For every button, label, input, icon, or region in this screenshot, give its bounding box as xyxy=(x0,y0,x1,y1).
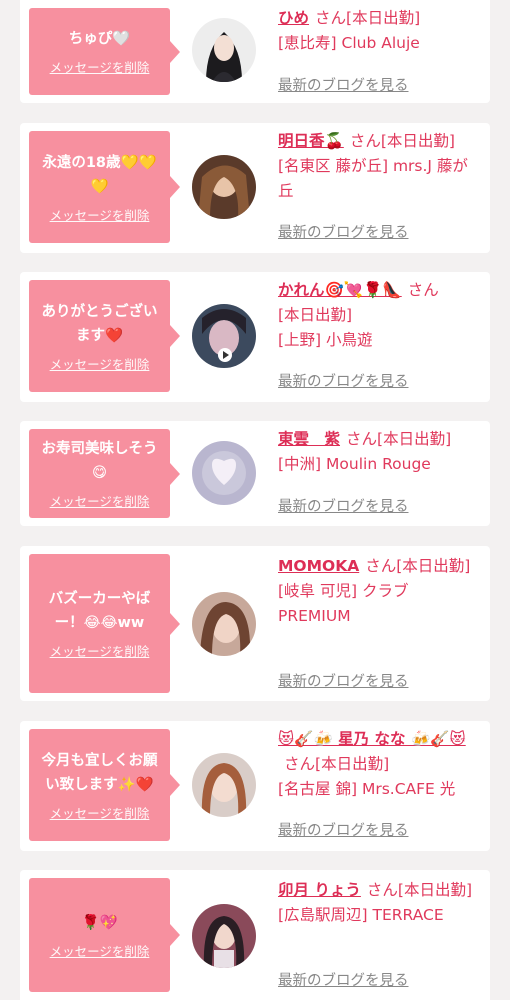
message-card: 今月も宜しくお願い致します✨❤️ メッセージを削除 😻🎸🍻 星乃 なな 🍻🎸😻 さ… xyxy=(20,721,490,851)
shop-name: [岐阜 可児] クラブPREMIUM xyxy=(278,582,409,625)
attendance-status: [本日出勤] xyxy=(278,306,353,324)
avatar[interactable] xyxy=(192,304,256,368)
latest-blog-link[interactable]: 最新のブログを見る xyxy=(278,495,409,516)
message-bubble: 🌹💖 メッセージを削除 xyxy=(29,878,180,992)
cast-info: 😻🎸🍻 星乃 なな 🍻🎸😻 さん[本日出勤] [名古屋 錦] Mrs.CAFE 光 xyxy=(278,727,480,802)
message-feed: ちゅぴ🤍 メッセージを削除 ひめ さん[本日出勤] [恵比寿] Club Aluj… xyxy=(0,0,510,1000)
message-text: ありがとうございます❤️ xyxy=(41,303,158,344)
cast-info: かれん🎯💘🌹👠 さん [本日出勤] [上野] 小鳥遊 xyxy=(278,278,480,353)
delete-message-button[interactable]: メッセージを削除 xyxy=(50,803,150,822)
avatar[interactable] xyxy=(192,441,256,505)
play-icon[interactable] xyxy=(218,348,232,362)
message-bubble: ありがとうございます❤️ メッセージを削除 xyxy=(29,280,180,392)
delete-message-button[interactable]: メッセージを削除 xyxy=(50,941,150,960)
delete-message-button[interactable]: メッセージを削除 xyxy=(50,354,150,373)
avatar[interactable] xyxy=(192,18,256,82)
honorific: さん xyxy=(407,281,439,299)
honorific: さん xyxy=(365,557,397,575)
message-bubble: お寿司美味しそう😋 メッセージを削除 xyxy=(29,429,180,518)
cast-name-link[interactable]: 卯月 りょう xyxy=(278,881,361,899)
shop-name: [中洲] Moulin Rouge xyxy=(278,455,431,473)
avatar[interactable] xyxy=(192,904,256,968)
profile-photo-icon xyxy=(192,441,256,505)
profile-photo-icon xyxy=(192,18,256,82)
cast-info: 卯月 りょう さん[本日出勤] [広島駅周辺] TERRACE xyxy=(278,878,480,928)
profile-photo-icon xyxy=(192,904,256,968)
message-bubble: ちゅぴ🤍 メッセージを削除 xyxy=(29,8,180,95)
attendance-status: [本日出勤] xyxy=(377,430,452,448)
cast-name-link[interactable]: 東雲 紫 xyxy=(278,430,340,448)
message-text: 🌹💖 xyxy=(81,914,118,931)
shop-name: [恵比寿] Club Aluje xyxy=(278,34,420,52)
message-card: バズーカーやばー！😂😂ww メッセージを削除 MOMOKA さん[本日出勤] [岐… xyxy=(20,546,490,701)
attendance-status: [本日出勤] xyxy=(380,132,455,150)
shop-name: [名東区 藤が丘] mrs.J 藤が丘 xyxy=(278,157,468,200)
message-text: お寿司美味しそう😋 xyxy=(41,441,158,481)
honorific: さん xyxy=(366,881,398,899)
honorific: さん xyxy=(349,132,381,150)
message-text: 永遠の18歳💛💛💛 xyxy=(42,154,157,195)
avatar[interactable] xyxy=(192,155,256,219)
cast-name-link[interactable]: ひめ xyxy=(278,9,309,27)
delete-message-button[interactable]: メッセージを削除 xyxy=(50,57,150,76)
cast-info: 東雲 紫さん[本日出勤] [中洲] Moulin Rouge xyxy=(278,427,480,477)
cast-info: 明日香🍒 さん[本日出勤] [名東区 藤が丘] mrs.J 藤が丘 xyxy=(278,129,480,204)
message-text: 今月も宜しくお願い致します✨❤️ xyxy=(41,752,158,793)
latest-blog-link[interactable]: 最新のブログを見る xyxy=(278,74,409,95)
shop-name: [上野] 小鳥遊 xyxy=(278,331,373,349)
honorific: さん xyxy=(284,755,316,773)
profile-photo-icon xyxy=(192,155,256,219)
shop-name: [名古屋 錦] Mrs.CAFE 光 xyxy=(278,780,456,798)
cast-name-link[interactable]: 明日香🍒 xyxy=(278,132,344,150)
cast-info: ひめ さん[本日出勤] [恵比寿] Club Aluje xyxy=(278,6,480,56)
attendance-status: [本日出勤] xyxy=(397,881,473,899)
avatar[interactable] xyxy=(192,592,256,656)
delete-message-button[interactable]: メッセージを削除 xyxy=(50,491,150,510)
latest-blog-link[interactable]: 最新のブログを見る xyxy=(278,370,409,391)
message-text: ちゅぴ🤍 xyxy=(68,31,131,47)
attendance-status: [本日出勤] xyxy=(346,9,421,27)
attendance-status: [本日出勤] xyxy=(315,755,390,773)
message-card: ちゅぴ🤍 メッセージを削除 ひめ さん[本日出勤] [恵比寿] Club Aluj… xyxy=(20,0,490,103)
message-bubble: バズーカーやばー！😂😂ww メッセージを削除 xyxy=(29,554,180,693)
message-card: お寿司美味しそう😋 メッセージを削除 東雲 紫さん[本日出勤] [中洲] Mou… xyxy=(20,421,490,526)
cast-name-link[interactable]: かれん🎯💘🌹👠 xyxy=(278,281,402,299)
message-card: 永遠の18歳💛💛💛 メッセージを削除 明日香🍒 さん[本日出勤] [名東区 藤が丘… xyxy=(20,123,490,253)
latest-blog-link[interactable]: 最新のブログを見る xyxy=(278,969,409,990)
avatar[interactable] xyxy=(192,753,256,817)
cast-name-link[interactable]: MOMOKA xyxy=(278,557,359,575)
delete-message-button[interactable]: メッセージを削除 xyxy=(50,205,150,224)
message-card: 🌹💖 メッセージを削除 卯月 りょう さん[本日出勤] [広島駅周辺] TERRA… xyxy=(20,870,490,1000)
latest-blog-link[interactable]: 最新のブログを見る xyxy=(278,221,409,242)
message-bubble: 永遠の18歳💛💛💛 メッセージを削除 xyxy=(29,131,180,243)
cast-name-link[interactable]: 😻🎸🍻 星乃 なな 🍻🎸😻 xyxy=(278,730,466,748)
attendance-status: [本日出勤] xyxy=(396,557,471,575)
latest-blog-link[interactable]: 最新のブログを見る xyxy=(278,670,409,691)
shop-name: [広島駅周辺] TERRACE xyxy=(278,906,444,924)
message-text: バズーカーやばー！😂😂ww xyxy=(48,591,151,631)
profile-photo-icon xyxy=(192,592,256,656)
latest-blog-link[interactable]: 最新のブログを見る xyxy=(278,819,409,840)
honorific: さん xyxy=(346,430,378,448)
delete-message-button[interactable]: メッセージを削除 xyxy=(50,641,150,660)
profile-photo-icon xyxy=(192,753,256,817)
message-card: ありがとうございます❤️ メッセージを削除 かれん🎯💘🌹👠 さん [本日出勤] [上… xyxy=(20,272,490,402)
cast-info: MOMOKA さん[本日出勤] [岐阜 可児] クラブPREMIUM xyxy=(278,554,480,629)
message-bubble: 今月も宜しくお願い致します✨❤️ メッセージを削除 xyxy=(29,729,180,841)
honorific: さん xyxy=(315,9,347,27)
